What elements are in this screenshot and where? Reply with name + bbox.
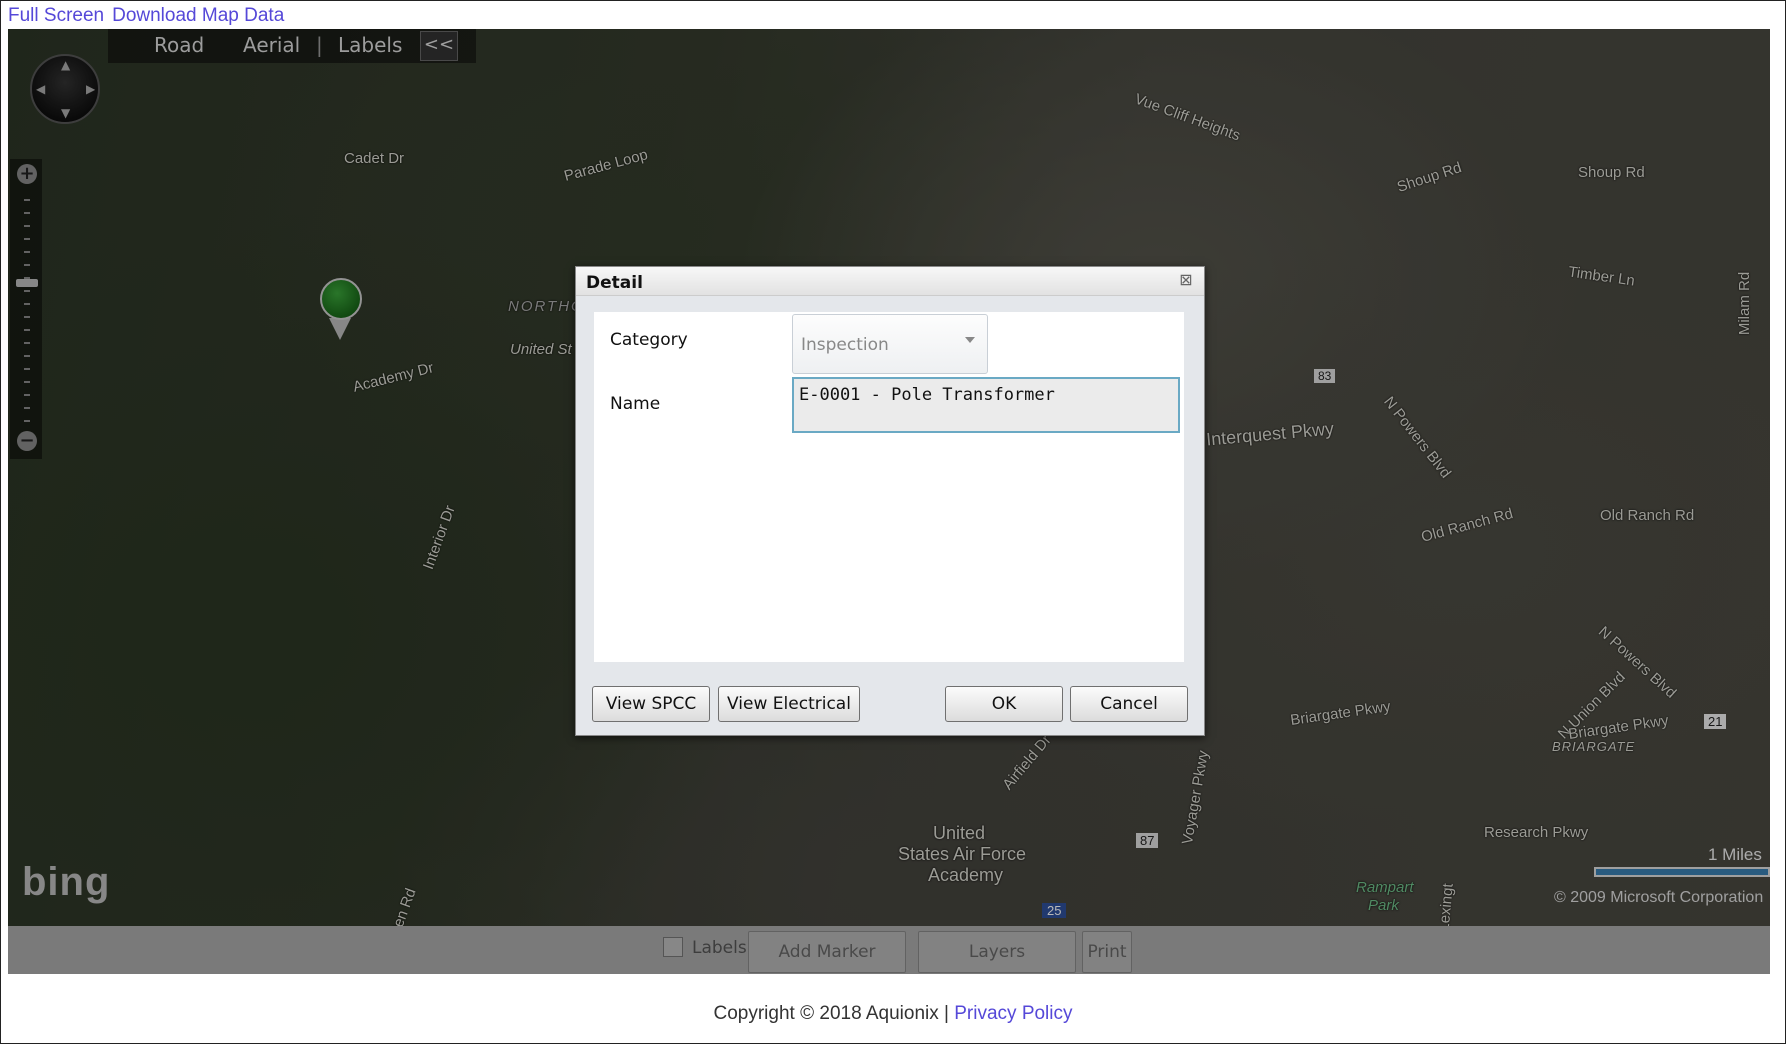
dialog-titlebar [576,267,1204,296]
close-icon[interactable]: ⊠ [1178,272,1194,288]
view-electrical-button[interactable]: View Electrical [718,686,860,722]
full-screen-link[interactable]: Full Screen [8,5,104,26]
view-spcc-button[interactable]: View SPCC [592,686,710,722]
chevron-down-icon [965,337,975,343]
cancel-button[interactable]: Cancel [1070,686,1188,722]
category-select[interactable]: Inspection [792,314,988,374]
name-label: Name [610,394,661,414]
privacy-policy-link[interactable]: Privacy Policy [954,1003,1072,1024]
dialog-title: Detail [586,273,643,293]
footer-copyright: Copyright © 2018 Aquionix | [713,1003,949,1024]
name-input[interactable]: E-0001 - Pole Transformer [792,377,1180,433]
dialog-form: Category Inspection Name E-0001 - Pole T… [594,312,1184,662]
category-value: Inspection [801,335,889,355]
top-links: Full Screen Download Map Data [8,5,292,27]
page-footer: Copyright © 2018 Aquionix | Privacy Poli… [0,1003,1786,1025]
category-label: Category [610,330,688,350]
download-map-data-link[interactable]: Download Map Data [112,5,284,26]
detail-dialog: Detail ⊠ Category Inspection Name E-0001… [575,266,1205,736]
ok-button[interactable]: OK [945,686,1063,722]
